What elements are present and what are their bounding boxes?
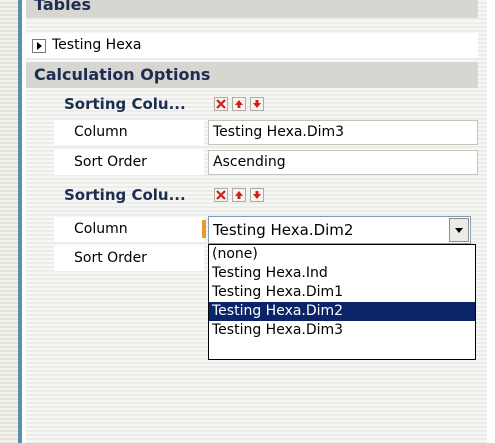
delete-icon[interactable] xyxy=(214,188,228,202)
sort-2-order-label: Sort Order xyxy=(74,250,147,266)
dropdown-options-list[interactable]: (none) Testing Hexa.Ind Testing Hexa.Dim… xyxy=(208,244,476,360)
dropdown-option-dim1[interactable]: Testing Hexa.Dim1 xyxy=(209,283,475,302)
table-item-row[interactable]: Testing Hexa xyxy=(26,33,478,58)
tables-section-header[interactable]: Tables xyxy=(26,0,478,18)
dropdown-button[interactable] xyxy=(449,218,469,242)
dropdown-option-dim2[interactable]: Testing Hexa.Dim2 xyxy=(209,302,475,321)
dropdown-value: Testing Hexa.Dim2 xyxy=(213,221,354,239)
sort-1-order-label: Sort Order xyxy=(74,154,147,170)
sort-1-column-value[interactable]: Testing Hexa.Dim3 xyxy=(208,120,478,145)
dropdown-option-dim3[interactable]: Testing Hexa.Dim3 xyxy=(209,321,475,340)
chevron-down-icon xyxy=(455,228,463,233)
move-down-icon[interactable] xyxy=(250,97,264,111)
sorting-column-2-title: Sorting Colu... xyxy=(64,186,186,204)
current-row-marker xyxy=(202,220,206,238)
dropdown-option-none[interactable]: (none) xyxy=(209,245,475,264)
sort-1-order-row: Sort Order xyxy=(54,150,204,175)
move-up-icon[interactable] xyxy=(232,188,246,202)
calculation-options-header[interactable]: Calculation Options xyxy=(26,62,478,88)
sorting-column-1-title: Sorting Colu... xyxy=(64,95,186,113)
left-strip xyxy=(0,0,22,443)
sorting-column-1-header: Sorting Colu... xyxy=(34,92,478,117)
property-panel: Tables Testing Hexa Calculation Options … xyxy=(26,0,487,443)
move-up-icon[interactable] xyxy=(232,97,246,111)
sort-2-column-dropdown[interactable]: Testing Hexa.Dim2 xyxy=(208,216,471,244)
sort-2-column-row: Column xyxy=(54,217,204,242)
sort-1-column-label: Column xyxy=(74,124,128,140)
move-down-icon[interactable] xyxy=(250,188,264,202)
expand-icon[interactable] xyxy=(32,39,46,53)
dropdown-option-ind[interactable]: Testing Hexa.Ind xyxy=(209,264,475,283)
sort-1-column-row: Column xyxy=(54,120,204,145)
left-edge-bar xyxy=(18,0,22,443)
delete-icon[interactable] xyxy=(214,97,228,111)
sort-1-order-value[interactable]: Ascending xyxy=(208,150,478,175)
table-item-label: Testing Hexa xyxy=(52,37,142,53)
sort-2-order-row: Sort Order xyxy=(54,246,204,271)
sort-2-column-label: Column xyxy=(74,221,128,237)
sorting-column-2-header: Sorting Colu... xyxy=(34,183,478,208)
